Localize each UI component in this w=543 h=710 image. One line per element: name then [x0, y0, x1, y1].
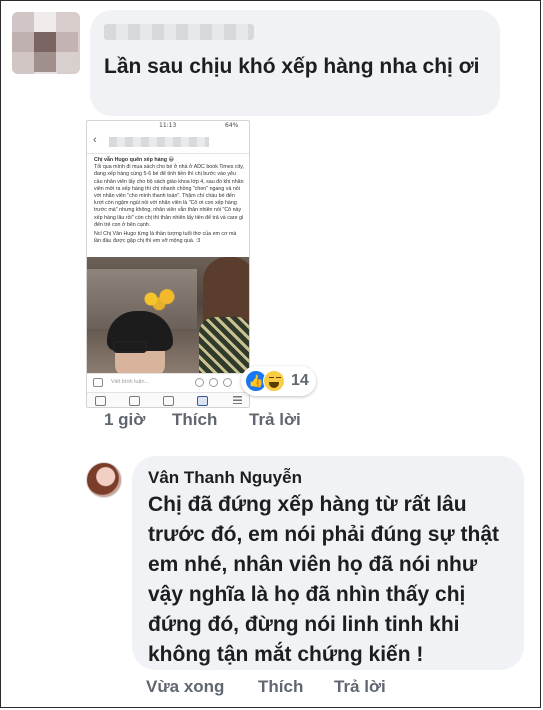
- like-link[interactable]: Thích: [172, 410, 217, 430]
- haha-reaction-icon: [263, 370, 285, 392]
- commenter-name-blurred[interactable]: [104, 24, 254, 40]
- back-arrow-icon: ‹: [93, 134, 97, 146]
- flowers-shape: [139, 287, 179, 311]
- post-body: Chị vẫn Hugo quên xếp hàng 😀 Tối qua mìn…: [94, 157, 244, 245]
- reply-author-avatar[interactable]: [86, 462, 122, 498]
- reply-timestamp[interactable]: Vừa xong: [146, 677, 224, 697]
- comment-placeholder: Viết bình luận...: [111, 379, 150, 385]
- comment-timestamp[interactable]: 1 giờ: [104, 410, 145, 430]
- comment-text: Lần sau chịu khó xếp hàng nha chị ơi: [104, 55, 480, 78]
- comment-bubble: Lần sau chịu khó xếp hàng nha chị ơi: [90, 10, 500, 116]
- marketplace-icon: [163, 396, 174, 406]
- glasses-shape: [113, 341, 147, 353]
- friends-icon: [129, 396, 140, 406]
- post-photo: [87, 257, 249, 373]
- phone-status-bar: 11:13 64%: [87, 121, 249, 131]
- reply-text: Chị đã đứng xếp hàng từ rất lâu trước đó…: [148, 493, 500, 666]
- poster-name-blurred: [109, 137, 209, 147]
- woman-body-shape: [199, 317, 249, 373]
- phone-tab-bar: [87, 392, 249, 407]
- reply-reply-link[interactable]: Trả lời: [334, 677, 386, 697]
- news-feed-icon: [95, 396, 106, 406]
- haha-mouth: [269, 382, 279, 388]
- gif-icon: [195, 378, 204, 387]
- reply-link[interactable]: Trả lời: [249, 410, 301, 430]
- post-text: Tối qua mình đi mua sách cho bé ở nhà ở …: [94, 164, 244, 228]
- reply-bubble: Vân Thanh Nguyễn Chị đã đứng xếp hàng từ…: [132, 456, 524, 670]
- reply-author-name[interactable]: Vân Thanh Nguyễn: [148, 468, 302, 488]
- reaction-summary[interactable]: 👍 14: [241, 366, 316, 396]
- status-battery: 64%: [225, 122, 239, 129]
- phone-comment-input: Viết bình luận...: [87, 373, 249, 392]
- commenter-avatar-blurred[interactable]: [12, 12, 80, 74]
- menu-icon: [233, 396, 242, 404]
- haha-eye-right: [276, 377, 281, 381]
- reply-like-link[interactable]: Thích: [258, 677, 303, 697]
- camera-icon: [93, 378, 103, 387]
- notifications-icon: [197, 396, 208, 406]
- emoji-icon: [209, 378, 218, 387]
- status-time: 11:13: [159, 122, 177, 129]
- reaction-count: 14: [291, 372, 309, 389]
- attached-screenshot[interactable]: 11:13 64% ‹ Chị vẫn Hugo quên xếp hàng 😀…: [86, 120, 250, 408]
- post-subtext: Ncl Chị Vân Hugo từng là thần tượng tuổi…: [94, 231, 237, 245]
- sticker-icon: [223, 378, 232, 387]
- post-header: ‹: [87, 131, 249, 154]
- haha-eye-left: [269, 377, 274, 381]
